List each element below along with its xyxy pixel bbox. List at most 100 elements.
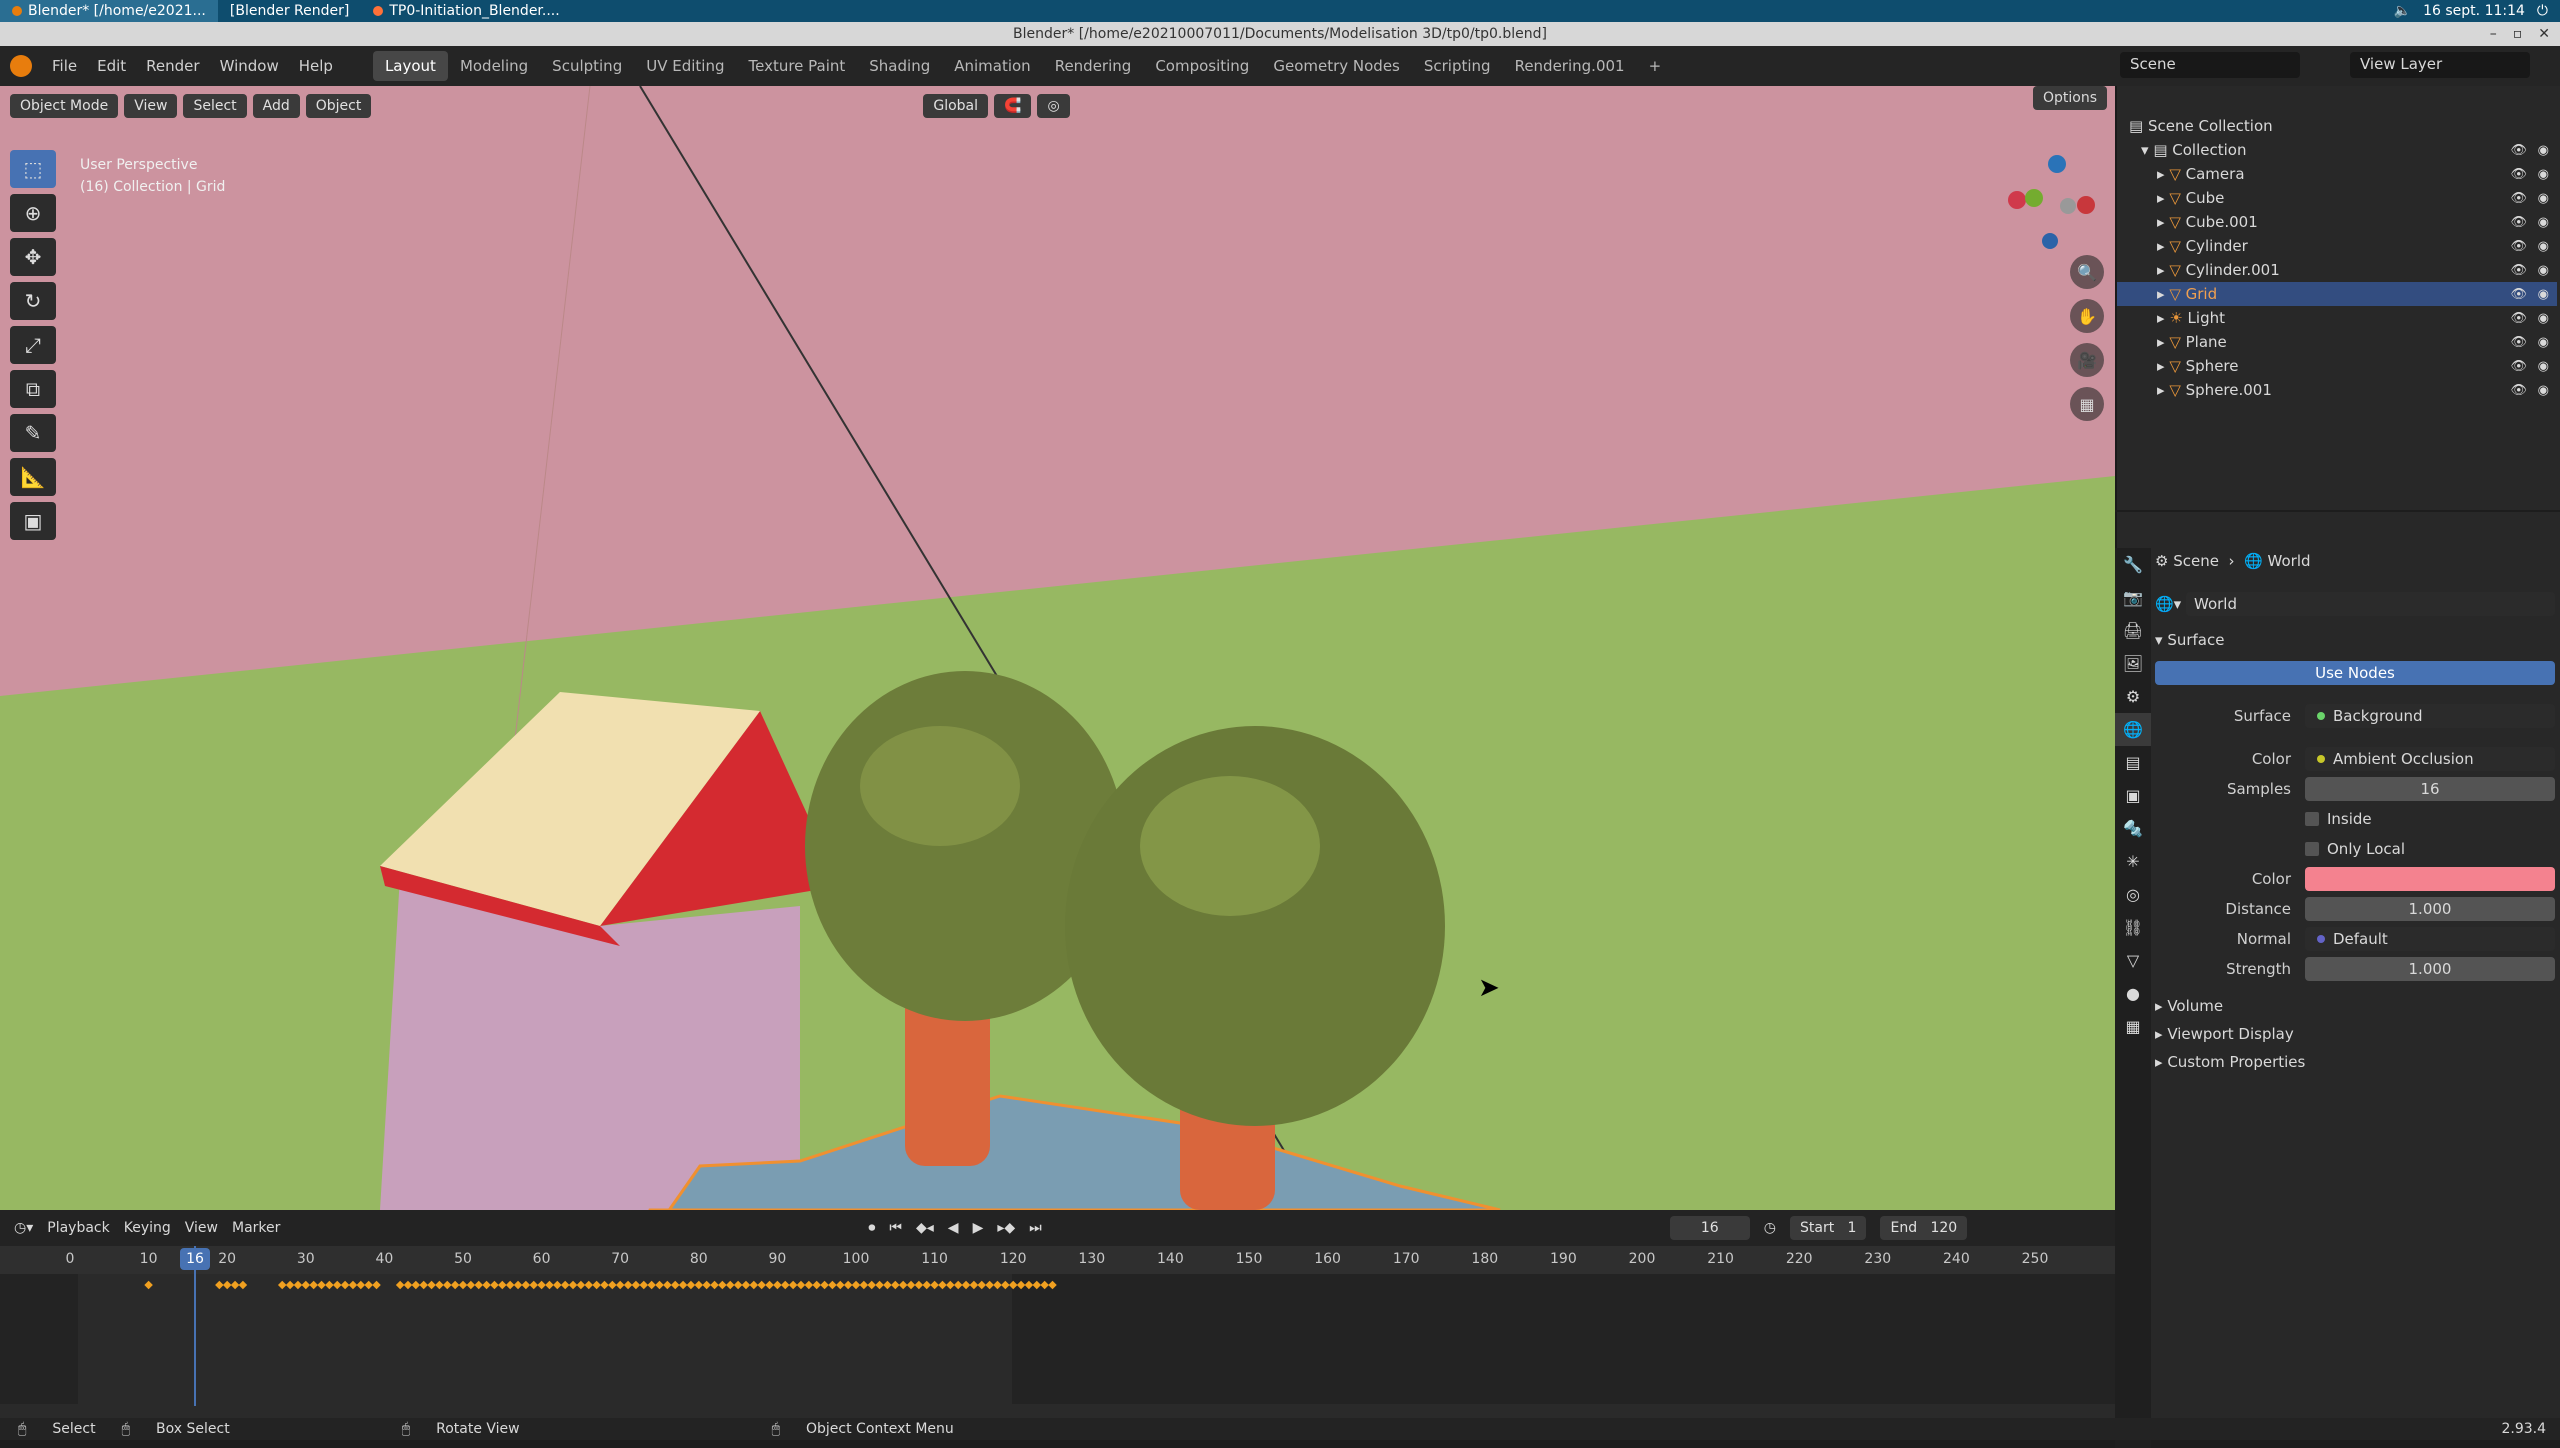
chevron-right-icon[interactable]: ▸ (2157, 357, 2165, 375)
keyframe-diamond[interactable] (741, 1280, 751, 1290)
object-mode-dropdown[interactable]: Object Mode (10, 94, 119, 118)
keyframe-diamond[interactable] (883, 1280, 892, 1290)
outliner-item-grid[interactable]: ▸ ▽ Grid 👁 ◉ (2117, 282, 2557, 306)
keyframe-diamond[interactable] (725, 1280, 735, 1290)
tab-texture-paint[interactable]: Texture Paint (736, 51, 857, 81)
keyframe-diamond[interactable] (521, 1280, 531, 1290)
playhead-frame-label[interactable]: 16 (180, 1248, 210, 1270)
volume-panel-header[interactable]: ▸ Volume (2155, 993, 2555, 1019)
keyframe-diamond[interactable] (372, 1280, 381, 1290)
use-nodes-button[interactable]: Use Nodes (2155, 661, 2555, 685)
minimize-icon[interactable]: – (2490, 22, 2497, 46)
inside-checkbox[interactable] (2305, 812, 2319, 826)
keyframe-diamond[interactable] (961, 1280, 971, 1290)
keyframe-diamond[interactable] (655, 1280, 664, 1290)
keyframe-diamond[interactable] (623, 1280, 633, 1290)
gizmo-neg-y-icon[interactable] (2060, 198, 2076, 214)
world-name-field[interactable]: World (2186, 592, 2555, 616)
transform-orientation-dropdown[interactable]: Global (923, 94, 989, 118)
transform-tool-icon[interactable]: ⧉ (10, 370, 56, 408)
render-camera-icon[interactable]: ◉ (2538, 167, 2549, 182)
gizmo-z-icon[interactable] (2048, 155, 2066, 173)
eye-icon[interactable]: 👁 (2510, 383, 2527, 398)
keyframe-diamond[interactable] (1001, 1280, 1010, 1290)
camera-view-icon[interactable]: 🎥 (2070, 343, 2104, 377)
keyframe-diamond[interactable] (435, 1280, 444, 1290)
keyframe-diamond[interactable] (537, 1280, 546, 1290)
samples-field[interactable]: 16 (2305, 777, 2555, 801)
keyframe-diamond[interactable] (733, 1280, 743, 1290)
power-icon[interactable]: ⏻ (2537, 3, 2548, 19)
render-camera-icon[interactable]: ◉ (2538, 263, 2549, 278)
modifier-tab-icon[interactable]: 🔩 (2115, 812, 2151, 845)
end-frame-field[interactable]: End 120 (1880, 1216, 1968, 1240)
keyframe-diamond[interactable] (285, 1280, 295, 1290)
keyframe-diamond[interactable] (647, 1280, 656, 1290)
keyframe-diamond[interactable] (788, 1280, 798, 1290)
gizmo-neg-x-icon[interactable] (2077, 196, 2095, 214)
data-tab-icon[interactable]: ▽ (2115, 944, 2151, 977)
keyframe-diamond[interactable] (804, 1280, 814, 1290)
constraints-tab-icon[interactable]: ⛓ (2115, 911, 2151, 944)
keyframe-diamond[interactable] (914, 1280, 924, 1290)
keyframe-diamond[interactable] (238, 1280, 248, 1290)
keyframe-diamond[interactable] (293, 1280, 303, 1290)
menu-edit[interactable]: Edit (87, 57, 136, 75)
tab-layout[interactable]: Layout (372, 51, 448, 81)
keyframe-diamond[interactable] (812, 1280, 821, 1290)
keyframe-diamond[interactable] (215, 1280, 224, 1290)
eye-icon[interactable]: 👁 (2510, 143, 2527, 158)
chevron-right-icon[interactable]: ▸ (2157, 237, 2165, 255)
keyframe-diamond[interactable] (686, 1280, 696, 1290)
timeline-menu-view[interactable]: View (185, 1220, 218, 1236)
menu-render[interactable]: Render (136, 57, 209, 75)
tab-geometry-nodes[interactable]: Geometry Nodes (1261, 51, 1412, 81)
keyframe-diamond[interactable] (513, 1280, 523, 1290)
viewport-menu-add[interactable]: Add (252, 94, 300, 118)
keyframe-diamond[interactable] (317, 1280, 326, 1290)
keyframe-diamond[interactable] (450, 1280, 460, 1290)
keyframe-diamond[interactable] (859, 1280, 869, 1290)
chevron-right-icon[interactable]: ▸ (2157, 213, 2165, 231)
ortho-grid-icon[interactable]: ▦ (2070, 387, 2104, 421)
keyframe-diamond[interactable] (474, 1280, 483, 1290)
keyframe-diamond[interactable] (796, 1280, 806, 1290)
keyframe-diamond[interactable] (938, 1280, 947, 1290)
keyframe-diamond[interactable] (560, 1280, 570, 1290)
keyframe-diamond[interactable] (851, 1280, 861, 1290)
keyframe-diamond[interactable] (482, 1280, 491, 1290)
menu-file[interactable]: File (42, 57, 87, 75)
tab-animation[interactable]: Animation (942, 51, 1042, 81)
keyframe-diamond[interactable] (836, 1280, 845, 1290)
measure-tool-icon[interactable]: 📐 (10, 458, 56, 496)
particles-tab-icon[interactable]: ✳ (2115, 845, 2151, 878)
viewport-menu-view[interactable]: View (124, 94, 178, 118)
keyframe-diamond[interactable] (898, 1280, 908, 1290)
outliner-item-sphere[interactable]: ▸ ▽ Sphere 👁 ◉ (2117, 354, 2557, 378)
menu-window[interactable]: Window (210, 57, 289, 75)
render-camera-icon[interactable]: ◉ (2538, 143, 2549, 158)
keyframes[interactable] (144, 1280, 1057, 1290)
keyframe-diamond[interactable] (702, 1280, 711, 1290)
select-box-tool-icon[interactable]: ⬚ (10, 150, 56, 188)
keyframe-diamond[interactable] (466, 1280, 476, 1290)
next-keyframe-icon[interactable]: ▸◆ (997, 1220, 1015, 1236)
render-camera-icon[interactable]: ◉ (2538, 239, 2549, 254)
strength-field[interactable]: 1.000 (2305, 957, 2555, 981)
keyframe-diamond[interactable] (427, 1280, 436, 1290)
cursor-tool-icon[interactable]: ⊕ (10, 194, 56, 232)
keyframe-diamond[interactable] (930, 1280, 939, 1290)
keyframe-diamond[interactable] (411, 1280, 421, 1290)
tool-tab-icon[interactable]: 🔧 (2115, 548, 2151, 581)
world-tab-icon[interactable]: 🌐 (2115, 713, 2151, 746)
keyframe-diamond[interactable] (568, 1280, 578, 1290)
snap-icon[interactable]: 🧲 (994, 94, 1032, 118)
maximize-icon[interactable]: ▫ (2513, 22, 2523, 46)
outliner-item-light[interactable]: ▸ ☀ Light 👁 ◉ (2117, 306, 2557, 330)
eye-icon[interactable]: 👁 (2510, 191, 2527, 206)
timeline-menu-marker[interactable]: Marker (232, 1220, 280, 1236)
tab-modeling[interactable]: Modeling (448, 51, 540, 81)
gizmo-y-icon[interactable] (2025, 189, 2043, 207)
gizmo-x-icon[interactable] (2008, 191, 2026, 209)
keyframe-diamond[interactable] (906, 1280, 916, 1290)
